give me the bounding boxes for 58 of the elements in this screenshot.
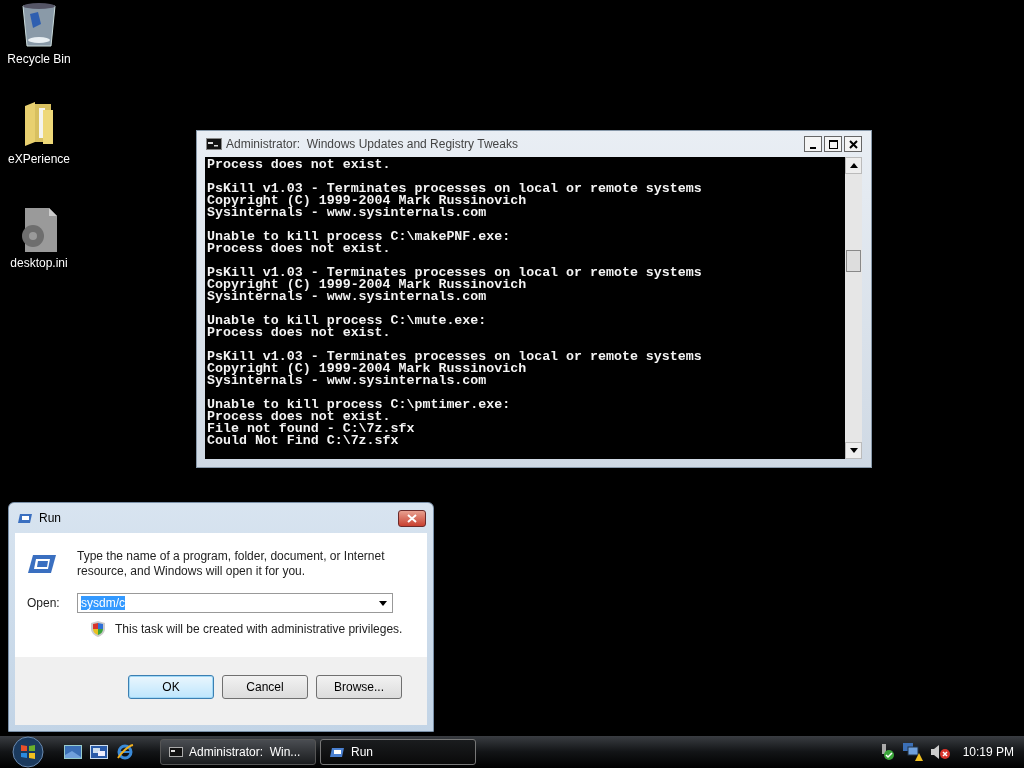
minimize-button[interactable]: [804, 136, 822, 152]
folder-icon[interactable]: [23, 102, 55, 148]
desktop-icon[interactable]: [64, 745, 82, 759]
taskbar-button[interactable]: Administrator: Win...: [160, 739, 316, 765]
close-button[interactable]: [844, 136, 862, 152]
console-line: Process does not exist.: [207, 159, 392, 171]
browser-icon[interactable]: [116, 743, 134, 761]
dialog-button[interactable]: Browse...: [316, 675, 402, 699]
console-line: Unable to kill process C:\pmtimer.exe:: [207, 399, 512, 411]
console-line: Could Not Find C:\7z.sfx: [207, 435, 400, 447]
window-title: Run: [39, 511, 62, 525]
settings-file-icon[interactable]: [19, 208, 59, 252]
console-line: Copyright (C) 1999-2004 Mark Russinovich: [207, 279, 528, 291]
console-line: File not found - C:\7z.sfx: [207, 423, 416, 435]
scroll-up-icon[interactable]: [849, 163, 858, 168]
recycle-bin-icon[interactable]: [21, 2, 57, 48]
volume-muted-icon[interactable]: [930, 744, 951, 760]
clock[interactable]: 10:19 PM: [962, 745, 1014, 759]
scroll-down-icon[interactable]: [849, 448, 858, 453]
console-line: Process does not exist.: [207, 411, 391, 423]
console-line: Sysinternals - www.sysinternals.com: [207, 375, 488, 387]
run-icon: [329, 746, 345, 758]
caret-icon[interactable]: [379, 600, 387, 606]
icon-label[interactable]: Recycle Bin: [7, 52, 71, 66]
console-line: Sysinternals - www.sysinternals.com: [207, 207, 488, 219]
network-warning-icon[interactable]: [902, 743, 923, 761]
run-icon: [17, 512, 33, 524]
console-line: Copyright (C) 1999-2004 Mark Russinovich: [207, 195, 528, 207]
notice-text: This task will be created with administrative privileges.: [115, 622, 403, 636]
shield-icon: [91, 621, 105, 637]
open-label: Open:: [27, 596, 61, 610]
console-line: PsKill v1.03 - Terminates processes on local or remote systems: [207, 267, 703, 279]
console-icon: [169, 747, 183, 757]
scrollbar[interactable]: [845, 157, 862, 459]
windows-switch-icon[interactable]: [90, 745, 108, 759]
console-line: Copyright (C) 1999-2004 Mark Russinovich: [207, 363, 528, 375]
taskbar-button[interactable]: Run: [320, 739, 476, 765]
window-title: Administrator: Windows Updates and Registry Tweaks: [226, 137, 519, 151]
close-button[interactable]: [398, 509, 426, 527]
console-line: PsKill v1.03 - Terminates processes on local or remote systems: [207, 183, 703, 195]
icon-label[interactable]: desktop.ini: [10, 256, 68, 270]
dialog-button[interactable]: Cancel: [222, 675, 308, 699]
console-icon: [206, 138, 222, 150]
console-line: Process does not exist.: [207, 243, 392, 255]
maximize-icon[interactable]: [828, 139, 838, 149]
scroll-thumb[interactable]: [846, 250, 861, 272]
maximize-button[interactable]: [824, 136, 842, 152]
icon-label[interactable]: eXPerience: [7, 152, 70, 166]
console-line: PsKill v1.03 - Terminates processes on local or remote systems: [207, 351, 703, 363]
close-icon[interactable]: [848, 139, 858, 149]
console-line: Unable to kill process C:\makePNF.exe:: [207, 231, 512, 243]
console-line: Process does not exist.: [207, 327, 392, 339]
console-line: Sysinternals - www.sysinternals.com: [207, 291, 488, 303]
start-button[interactable]: [10, 736, 46, 768]
dialog-button[interactable]: OK: [128, 675, 214, 699]
console-line: Unable to kill process C:\mute.exe:: [207, 315, 488, 327]
instruction-text: Type the name of a program, folder, document, or Internet resource, and Windows will open it for you.: [77, 549, 386, 579]
run-icon: [27, 553, 57, 575]
